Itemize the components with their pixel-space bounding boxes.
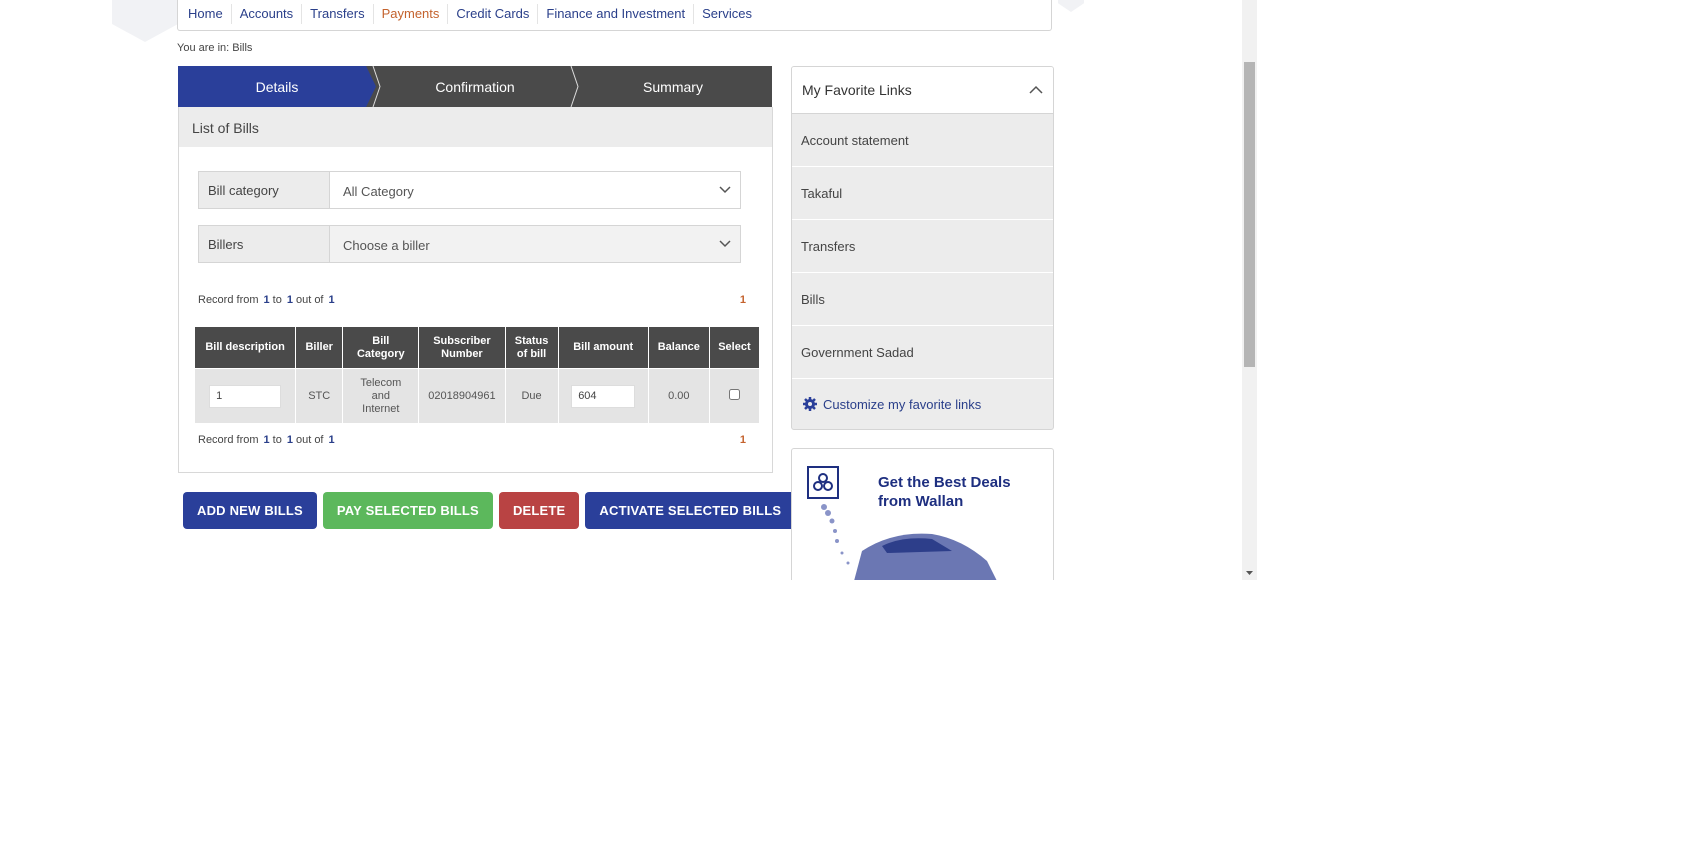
record-to-label: to xyxy=(272,434,282,446)
cell-category: Telecom and Internet xyxy=(342,368,420,424)
record-to-label: to xyxy=(272,294,282,306)
bill-amount-input[interactable] xyxy=(571,384,636,408)
nav-transfers[interactable]: Transfers xyxy=(302,4,374,24)
table-row: STC Telecom and Internet 02018904961 Due… xyxy=(193,368,761,424)
page-viewport: Home Accounts Transfers Payments Credit … xyxy=(0,0,1257,580)
record-prefix: Record from xyxy=(198,294,259,306)
favorite-links-panel: My Favorite Links Account statement Taka… xyxy=(791,66,1054,430)
billers-field: Billers Choose a biller xyxy=(198,225,741,263)
nav-home[interactable]: Home xyxy=(180,4,232,24)
decorative-shape xyxy=(112,0,178,42)
record-prefix: Record from xyxy=(198,434,259,446)
record-info-bottom: Record from 1 to 1 out of 1 xyxy=(198,434,338,446)
ad-line-1: Get the Best Deals xyxy=(878,474,1011,491)
chevron-up-icon[interactable] xyxy=(1029,83,1043,97)
favorite-link-account-statement[interactable]: Account statement xyxy=(792,114,1053,167)
record-of-label: out of xyxy=(295,434,324,446)
favorite-link-takaful[interactable]: Takaful xyxy=(792,167,1053,220)
col-bill-description: Bill description xyxy=(193,326,297,369)
step-label: Summary xyxy=(643,78,703,95)
select-checkbox[interactable] xyxy=(728,388,740,400)
favorite-link-government-sadad[interactable]: Government Sadad xyxy=(792,326,1053,379)
add-new-bills-button[interactable]: ADD NEW BILLS xyxy=(183,492,317,529)
scroll-down-arrow-icon[interactable] xyxy=(1245,570,1254,576)
bill-category-value: All Category xyxy=(343,184,414,199)
gear-icon xyxy=(803,397,817,411)
col-bill-category: Bill Category xyxy=(342,326,420,369)
billers-placeholder: Choose a biller xyxy=(343,238,430,253)
bill-category-field: Bill category All Category xyxy=(198,171,741,209)
panel-title: List of Bills xyxy=(179,107,772,147)
cell-subscriber: 02018904961 xyxy=(418,368,506,424)
wallan-ad-banner[interactable]: Get the Best Deals from Wallan xyxy=(791,448,1054,580)
favorite-links-title: My Favorite Links xyxy=(802,82,912,98)
bills-panel: List of Bills Bill category All Category… xyxy=(178,107,773,473)
car-illustration xyxy=(821,504,997,580)
col-biller: Biller xyxy=(295,326,344,369)
record-from: 1 xyxy=(263,294,270,306)
step-label: Details xyxy=(255,78,299,95)
step-label: Confirmation xyxy=(435,78,515,95)
chevron-down-icon xyxy=(719,240,731,248)
pay-selected-bills-button[interactable]: PAY SELECTED BILLS xyxy=(322,492,493,529)
main-nav: Home Accounts Transfers Payments Credit … xyxy=(177,0,1052,31)
record-to: 1 xyxy=(286,434,293,446)
nav-finance-investment[interactable]: Finance and Investment xyxy=(538,4,695,24)
favorite-link-transfers[interactable]: Transfers xyxy=(792,220,1053,273)
favorite-link-bills[interactable]: Bills xyxy=(792,273,1053,326)
delete-button[interactable]: DELETE xyxy=(498,492,580,529)
decorative-shape xyxy=(1058,0,1084,12)
chevron-down-icon xyxy=(719,186,731,194)
record-of-label: out of xyxy=(295,294,324,306)
record-total: 1 xyxy=(328,294,335,306)
billers-select[interactable]: Choose a biller xyxy=(330,226,740,262)
bill-category-select[interactable]: All Category xyxy=(330,172,740,208)
nav-payments[interactable]: Payments xyxy=(374,4,449,24)
action-buttons: ADD NEW BILLS PAY SELECTED BILLS DELETE … xyxy=(183,492,796,529)
page-link[interactable]: 1 xyxy=(740,434,746,446)
record-total: 1 xyxy=(328,434,335,446)
customize-label: Customize my favorite links xyxy=(823,396,982,412)
record-to: 1 xyxy=(286,294,293,306)
cell-status: Due xyxy=(504,368,559,424)
bill-description-input[interactable] xyxy=(209,384,282,408)
scrollbar-thumb[interactable] xyxy=(1244,62,1255,367)
col-balance: Balance xyxy=(647,326,710,369)
cell-biller: STC xyxy=(295,368,344,424)
record-from: 1 xyxy=(263,434,270,446)
col-bill-amount: Bill amount xyxy=(557,326,649,369)
nav-credit-cards[interactable]: Credit Cards xyxy=(448,4,539,24)
step-summary: Summary xyxy=(570,66,772,107)
col-status: Status of bill xyxy=(504,326,559,369)
wizard-steps: Details Confirmation Summary xyxy=(178,66,772,107)
customize-favorite-links[interactable]: Customize my favorite links xyxy=(792,379,1053,429)
bank-logo-icon xyxy=(807,466,839,499)
nav-accounts[interactable]: Accounts xyxy=(232,4,303,24)
vertical-scrollbar[interactable] xyxy=(1242,0,1257,580)
nav-services[interactable]: Services xyxy=(694,4,760,24)
step-separator xyxy=(570,66,579,107)
cell-balance: 0.00 xyxy=(647,368,710,424)
favorite-links-header[interactable]: My Favorite Links xyxy=(792,67,1053,114)
col-select: Select xyxy=(708,326,761,369)
cell-description xyxy=(193,368,297,424)
bill-category-label: Bill category xyxy=(199,172,330,208)
bills-table: Bill description Biller Bill Category Su… xyxy=(193,326,761,424)
cell-select xyxy=(708,368,761,424)
page-link[interactable]: 1 xyxy=(740,294,746,306)
billers-label: Billers xyxy=(199,226,330,262)
breadcrumb: You are in: Bills xyxy=(177,42,253,54)
cell-amount xyxy=(557,368,649,424)
record-info-top: Record from 1 to 1 out of 1 xyxy=(198,294,338,306)
step-confirmation: Confirmation xyxy=(372,66,574,107)
activate-selected-bills-button[interactable]: ACTIVATE SELECTED BILLS xyxy=(585,492,796,529)
step-separator xyxy=(372,66,381,107)
step-details: Details xyxy=(178,66,376,107)
col-subscriber-number: Subscriber Number xyxy=(418,326,506,369)
